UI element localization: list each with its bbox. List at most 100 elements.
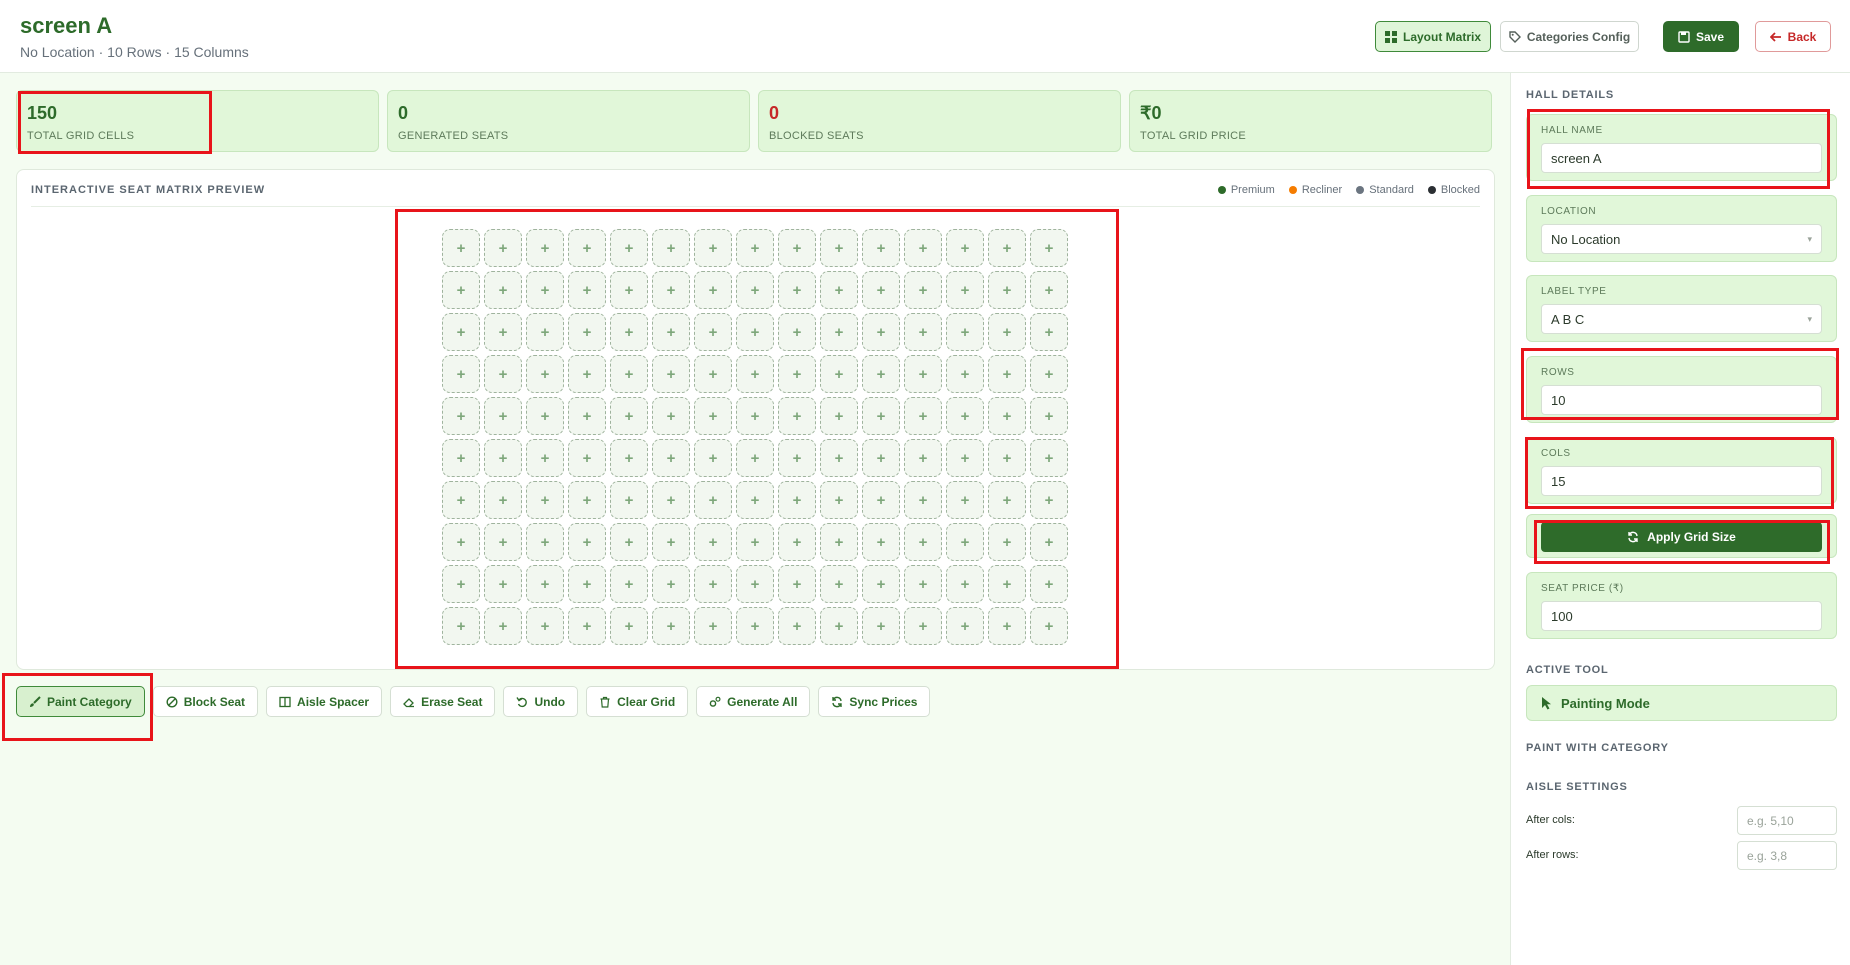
seat-cell[interactable]: + [568, 481, 606, 519]
seat-cell[interactable]: + [862, 229, 900, 267]
seat-cell[interactable]: + [610, 607, 648, 645]
seat-cell[interactable]: + [442, 565, 480, 603]
seat-cell[interactable]: + [862, 271, 900, 309]
seat-cell[interactable]: + [820, 271, 858, 309]
seat-cell[interactable]: + [778, 271, 816, 309]
seat-cell[interactable]: + [694, 313, 732, 351]
seat-cell[interactable]: + [820, 313, 858, 351]
seat-cell[interactable]: + [526, 271, 564, 309]
seat-cell[interactable]: + [442, 439, 480, 477]
seat-cell[interactable]: + [1030, 607, 1068, 645]
seat-cell[interactable]: + [610, 481, 648, 519]
seat-cell[interactable]: + [946, 565, 984, 603]
seat-cell[interactable]: + [820, 397, 858, 435]
seat-cell[interactable]: + [568, 607, 606, 645]
seat-cell[interactable]: + [820, 523, 858, 561]
seat-cell[interactable]: + [862, 397, 900, 435]
seat-cell[interactable]: + [610, 229, 648, 267]
save-button[interactable]: Save [1663, 21, 1739, 52]
seat-cell[interactable]: + [694, 355, 732, 393]
seat-cell[interactable]: + [526, 523, 564, 561]
seat-cell[interactable]: + [820, 355, 858, 393]
seat-cell[interactable]: + [736, 523, 774, 561]
seat-cell[interactable]: + [694, 607, 732, 645]
seat-cell[interactable]: + [652, 523, 690, 561]
seat-cell[interactable]: + [736, 607, 774, 645]
seat-cell[interactable]: + [988, 523, 1026, 561]
seat-cell[interactable]: + [946, 607, 984, 645]
seat-cell[interactable]: + [820, 481, 858, 519]
seat-cell[interactable]: + [1030, 481, 1068, 519]
seat-cell[interactable]: + [862, 355, 900, 393]
seat-cell[interactable]: + [1030, 229, 1068, 267]
seat-cell[interactable]: + [946, 523, 984, 561]
seat-cell[interactable]: + [862, 439, 900, 477]
seat-cell[interactable]: + [736, 397, 774, 435]
clear-grid-button[interactable]: Clear Grid [586, 686, 689, 717]
seat-cell[interactable]: + [736, 565, 774, 603]
seat-cell[interactable]: + [904, 523, 942, 561]
seat-cell[interactable]: + [778, 229, 816, 267]
seat-cell[interactable]: + [694, 523, 732, 561]
seat-cell[interactable]: + [778, 481, 816, 519]
seat-cell[interactable]: + [568, 397, 606, 435]
seat-cell[interactable]: + [568, 355, 606, 393]
seat-cell[interactable]: + [694, 565, 732, 603]
seat-cell[interactable]: + [610, 313, 648, 351]
seat-cell[interactable]: + [988, 439, 1026, 477]
seat-cell[interactable]: + [946, 397, 984, 435]
seat-cell[interactable]: + [736, 481, 774, 519]
seat-cell[interactable]: + [442, 313, 480, 351]
seat-cell[interactable]: + [568, 271, 606, 309]
seat-cell[interactable]: + [946, 271, 984, 309]
seat-cell[interactable]: + [820, 607, 858, 645]
seat-cell[interactable]: + [1030, 565, 1068, 603]
seat-cell[interactable]: + [904, 481, 942, 519]
seat-cell[interactable]: + [652, 271, 690, 309]
seat-cell[interactable]: + [568, 313, 606, 351]
seat-cell[interactable]: + [442, 397, 480, 435]
seat-cell[interactable]: + [610, 271, 648, 309]
seat-cell[interactable]: + [946, 481, 984, 519]
seat-cell[interactable]: + [568, 523, 606, 561]
seat-cell[interactable]: + [1030, 523, 1068, 561]
sync-prices-button[interactable]: Sync Prices [818, 686, 931, 717]
seat-cell[interactable]: + [988, 271, 1026, 309]
seat-cell[interactable]: + [778, 313, 816, 351]
seat-cell[interactable]: + [484, 523, 522, 561]
seat-cell[interactable]: + [652, 607, 690, 645]
seat-cell[interactable]: + [988, 229, 1026, 267]
seat-cell[interactable]: + [1030, 439, 1068, 477]
seat-cell[interactable]: + [988, 565, 1026, 603]
after-rows-input[interactable] [1737, 841, 1837, 870]
rows-input[interactable] [1541, 385, 1822, 415]
aisle-spacer-button[interactable]: Aisle Spacer [266, 686, 383, 717]
seat-cell[interactable]: + [820, 565, 858, 603]
seat-cell[interactable]: + [652, 439, 690, 477]
seat-cell[interactable]: + [526, 397, 564, 435]
seat-cell[interactable]: + [820, 439, 858, 477]
seat-cell[interactable]: + [736, 439, 774, 477]
seat-cell[interactable]: + [694, 397, 732, 435]
seat-price-input[interactable] [1541, 601, 1822, 631]
seat-cell[interactable]: + [778, 565, 816, 603]
seat-cell[interactable]: + [484, 397, 522, 435]
seat-cell[interactable]: + [778, 397, 816, 435]
seat-cell[interactable]: + [568, 229, 606, 267]
hall-name-input[interactable] [1541, 143, 1822, 173]
seat-cell[interactable]: + [946, 355, 984, 393]
categories-config-button[interactable]: Categories Config [1500, 21, 1639, 52]
seat-cell[interactable]: + [778, 439, 816, 477]
seat-cell[interactable]: + [442, 355, 480, 393]
seat-cell[interactable]: + [1030, 271, 1068, 309]
cols-input[interactable] [1541, 466, 1822, 496]
seat-cell[interactable]: + [736, 313, 774, 351]
seat-cell[interactable]: + [778, 523, 816, 561]
block-seat-button[interactable]: Block Seat [152, 686, 259, 717]
seat-cell[interactable]: + [820, 229, 858, 267]
apply-grid-size-button[interactable]: Apply Grid Size [1541, 522, 1822, 552]
back-button[interactable]: Back [1755, 21, 1831, 52]
seat-cell[interactable]: + [778, 355, 816, 393]
seat-cell[interactable]: + [442, 481, 480, 519]
seat-cell[interactable]: + [904, 313, 942, 351]
